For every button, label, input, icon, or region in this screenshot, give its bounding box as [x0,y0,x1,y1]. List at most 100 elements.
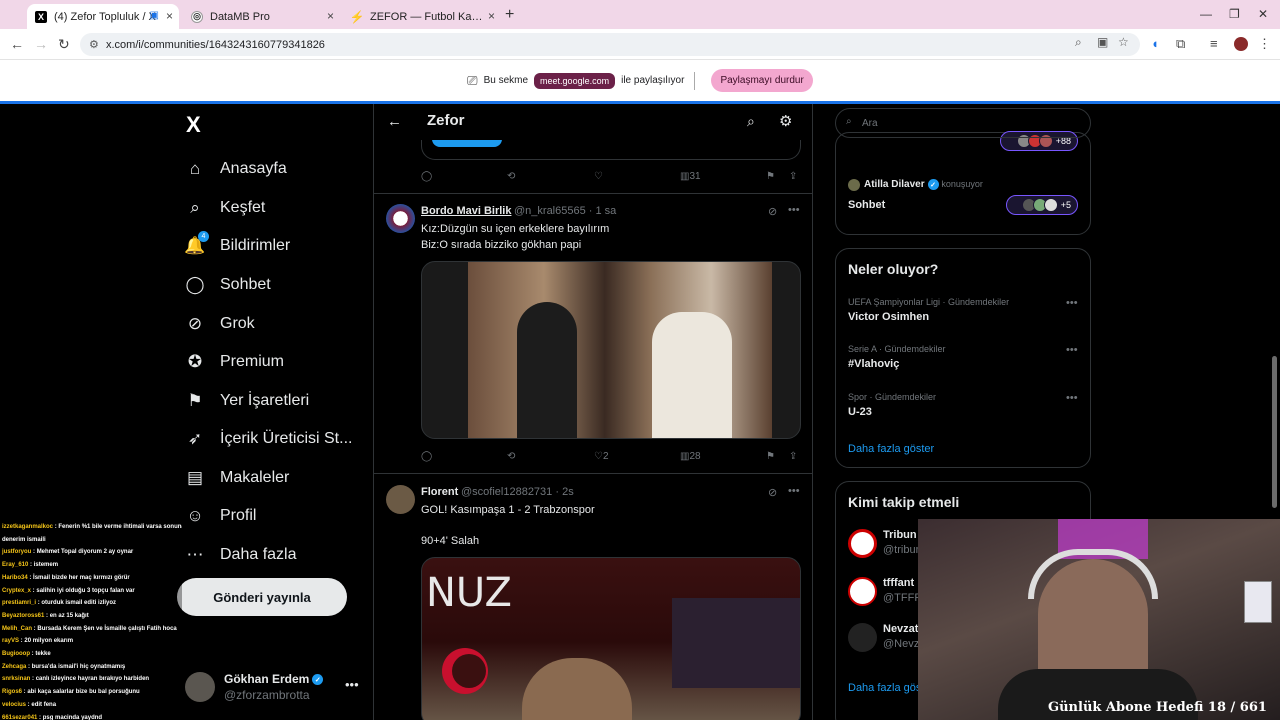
back-icon[interactable]: ← [10,36,24,52]
chat-message: Melih_Can : Bursada Kerem Şen ve İsmaill… [2,625,177,632]
browser-tab-zefor[interactable]: ⚡ ZEFOR — Futbol Kadro Planlam × [343,4,501,29]
chat-message: Eray_610 : istemem [2,562,59,569]
retweet-icon[interactable]: ⟲ [507,171,515,182]
nav-item-label: İçerik Üreticisi St... [220,430,353,447]
star-icon[interactable]: ☆ [1118,35,1129,49]
more-options-icon[interactable]: ••• [345,677,359,692]
avatar [848,623,877,652]
post-button[interactable]: Gönderi yayınla [177,578,347,616]
follow-handle: @Nevz [883,638,920,650]
space-host[interactable]: Atilla Dilaver ✓ konuşuyor [864,179,983,190]
nav-item-label: Yer İşaretleri [220,392,310,409]
minimize-icon[interactable]: — [1200,7,1212,21]
space-listeners[interactable]: +5 [1006,195,1078,215]
close-tab-icon[interactable]: × [166,9,173,23]
follow-name: Nevzat [883,623,919,635]
chat-text: İsmail bizde her maç kırmızı görür [33,574,130,581]
share-icon[interactable]: ⇪ [789,451,797,462]
bookmark-icon[interactable]: ⚑ [766,451,775,462]
nav-item-grok[interactable]: ⊘ Grok [186,309,255,339]
search-icon[interactable]: ⌕ [747,113,755,130]
close-tab-icon[interactable]: × [488,9,495,23]
address-bar[interactable]: ⚙ x.com/i/communities/164324316077934182… [80,33,1140,56]
page-scrollbar[interactable] [1272,356,1277,508]
account-switcher[interactable]: Gökhan Erdem ✓ @zforzambrotta ••• [185,667,365,711]
avatar[interactable] [386,204,415,233]
webcam-overlay [918,519,1280,720]
nav-item-bell[interactable]: 🔔 4 Bildirimler [184,231,290,261]
nav-item-bookmark[interactable]: ⚑ Yer İşaretleri [186,386,309,416]
grok-icon[interactable]: ⊘ [768,486,777,499]
tab-share-bar: ⎚ Bu sekme meet.google.com ile paylaşılı… [0,60,1280,101]
like-icon[interactable]: ♡ [594,171,603,182]
nav-item-premium[interactable]: ✪ Premium [186,347,284,377]
tweet-text-line: Kız:Düzgün su içen erkeklere bayılırım [421,223,610,235]
views-icon[interactable]: ▥ 28 [680,451,701,462]
menu-icon[interactable]: ⋮ [1258,36,1271,52]
reply-icon[interactable]: ◯ [421,451,432,462]
tweet-video[interactable]: NUZ [421,557,801,720]
nav-item-article[interactable]: ▤ Makaleler [186,463,289,493]
spaces-card: +88 Atilla Dilaver ✓ konuşuyor Sohbet +5 [835,131,1091,235]
zoom-icon[interactable]: ⌕ [1075,35,1082,50]
flag-crescent [452,654,486,688]
tweet-author[interactable]: Bordo Mavi Birlik [421,205,511,217]
grok-icon[interactable]: ⊘ [768,205,777,218]
show-more-link[interactable]: Daha fazla gös [848,682,921,694]
more-options-icon[interactable]: ••• [1066,344,1078,356]
nav-item-more[interactable]: ⋯ Daha fazla [186,540,297,570]
gear-icon[interactable]: ⚙ [779,112,792,130]
browser-tab-x[interactable]: X (4) Zefor Topluluk / X ▣ × [27,4,179,29]
more-options-icon[interactable]: ••• [788,485,800,497]
puzzle-icon[interactable]: ⧉ [1176,36,1185,52]
nav-item-label: Profil [220,507,257,524]
back-arrow-icon[interactable]: ← [387,113,402,130]
x-logo-icon[interactable]: X [186,112,201,138]
tab-search-icon[interactable]: ≡ [1210,36,1218,51]
nav-item-rocket[interactable]: ➶ İçerik Üreticisi St... [186,424,353,454]
nav-item-home[interactable]: ⌂ Anasayfa [186,154,287,184]
like-icon[interactable]: ♡ 2 [594,451,609,462]
nav-item-chat[interactable]: ◯ Sohbet [185,270,270,300]
chat-message: Zehcaga : bursa'da ismail'i hiç oynatmam… [2,663,126,670]
chat-text: bursa'da ismail'i hiç oynatmamış [31,663,126,670]
browser-profile-avatar[interactable] [1234,37,1248,51]
space-title[interactable]: Sohbet [848,199,885,211]
close-tab-icon[interactable]: × [327,9,334,23]
site-info-icon[interactable]: ⚙ [89,38,99,51]
cast-tab-icon[interactable]: ▣ [1097,35,1108,49]
more-options-icon[interactable]: ••• [1066,392,1078,404]
nav-item-profile[interactable]: ☺ Profil [186,501,256,531]
chat-text: Mehmet Topal diyorum 2 ay oynar [36,549,134,556]
close-window-icon[interactable]: ✕ [1258,7,1268,21]
premium-icon: ✪ [187,352,203,371]
views-icon[interactable]: ▥ 31 [680,171,701,182]
share-icon[interactable]: ⇪ [789,171,797,182]
retweet-icon[interactable]: ⟲ [507,451,515,462]
trends-title: Neler oluyor? [848,261,939,277]
reply-icon[interactable]: ◯ [421,171,432,182]
tweet-image[interactable] [421,261,801,439]
stop-sharing-button[interactable]: Paylaşmayı durdur [711,69,813,92]
bookmark-icon[interactable]: ⚑ [766,171,775,182]
avatar[interactable] [386,485,415,514]
tab-title: DataMB Pro [210,10,270,23]
reload-icon[interactable]: ↻ [58,36,70,53]
nav-item-label: Keşfet [220,199,266,216]
nav-item-search[interactable]: ⌕ Keşfet [186,193,265,223]
new-tab-button[interactable]: + [505,6,514,24]
browser-tab-datamb[interactable]: ◎ DataMB Pro × [183,4,340,29]
chat-username: snrksinan [2,676,31,683]
more-options-icon[interactable]: ••• [1066,297,1078,309]
tweet-author[interactable]: Florent [421,486,458,498]
show-more-link[interactable]: Daha fazla göster [848,443,934,455]
search-icon: ⌕ [190,198,200,217]
chat-username: Rigos6 [2,689,23,696]
forward-icon[interactable]: → [34,36,48,52]
search-input[interactable]: ⌕ Ara [835,108,1091,138]
share-suffix: ile paylaşılıyor [621,75,685,86]
chat-message: rayVS : 20 milyon ekarım [2,638,74,645]
extension-icon[interactable]: ◖ [1151,36,1159,51]
more-options-icon[interactable]: ••• [788,204,800,216]
restore-icon[interactable]: ❐ [1229,7,1240,21]
